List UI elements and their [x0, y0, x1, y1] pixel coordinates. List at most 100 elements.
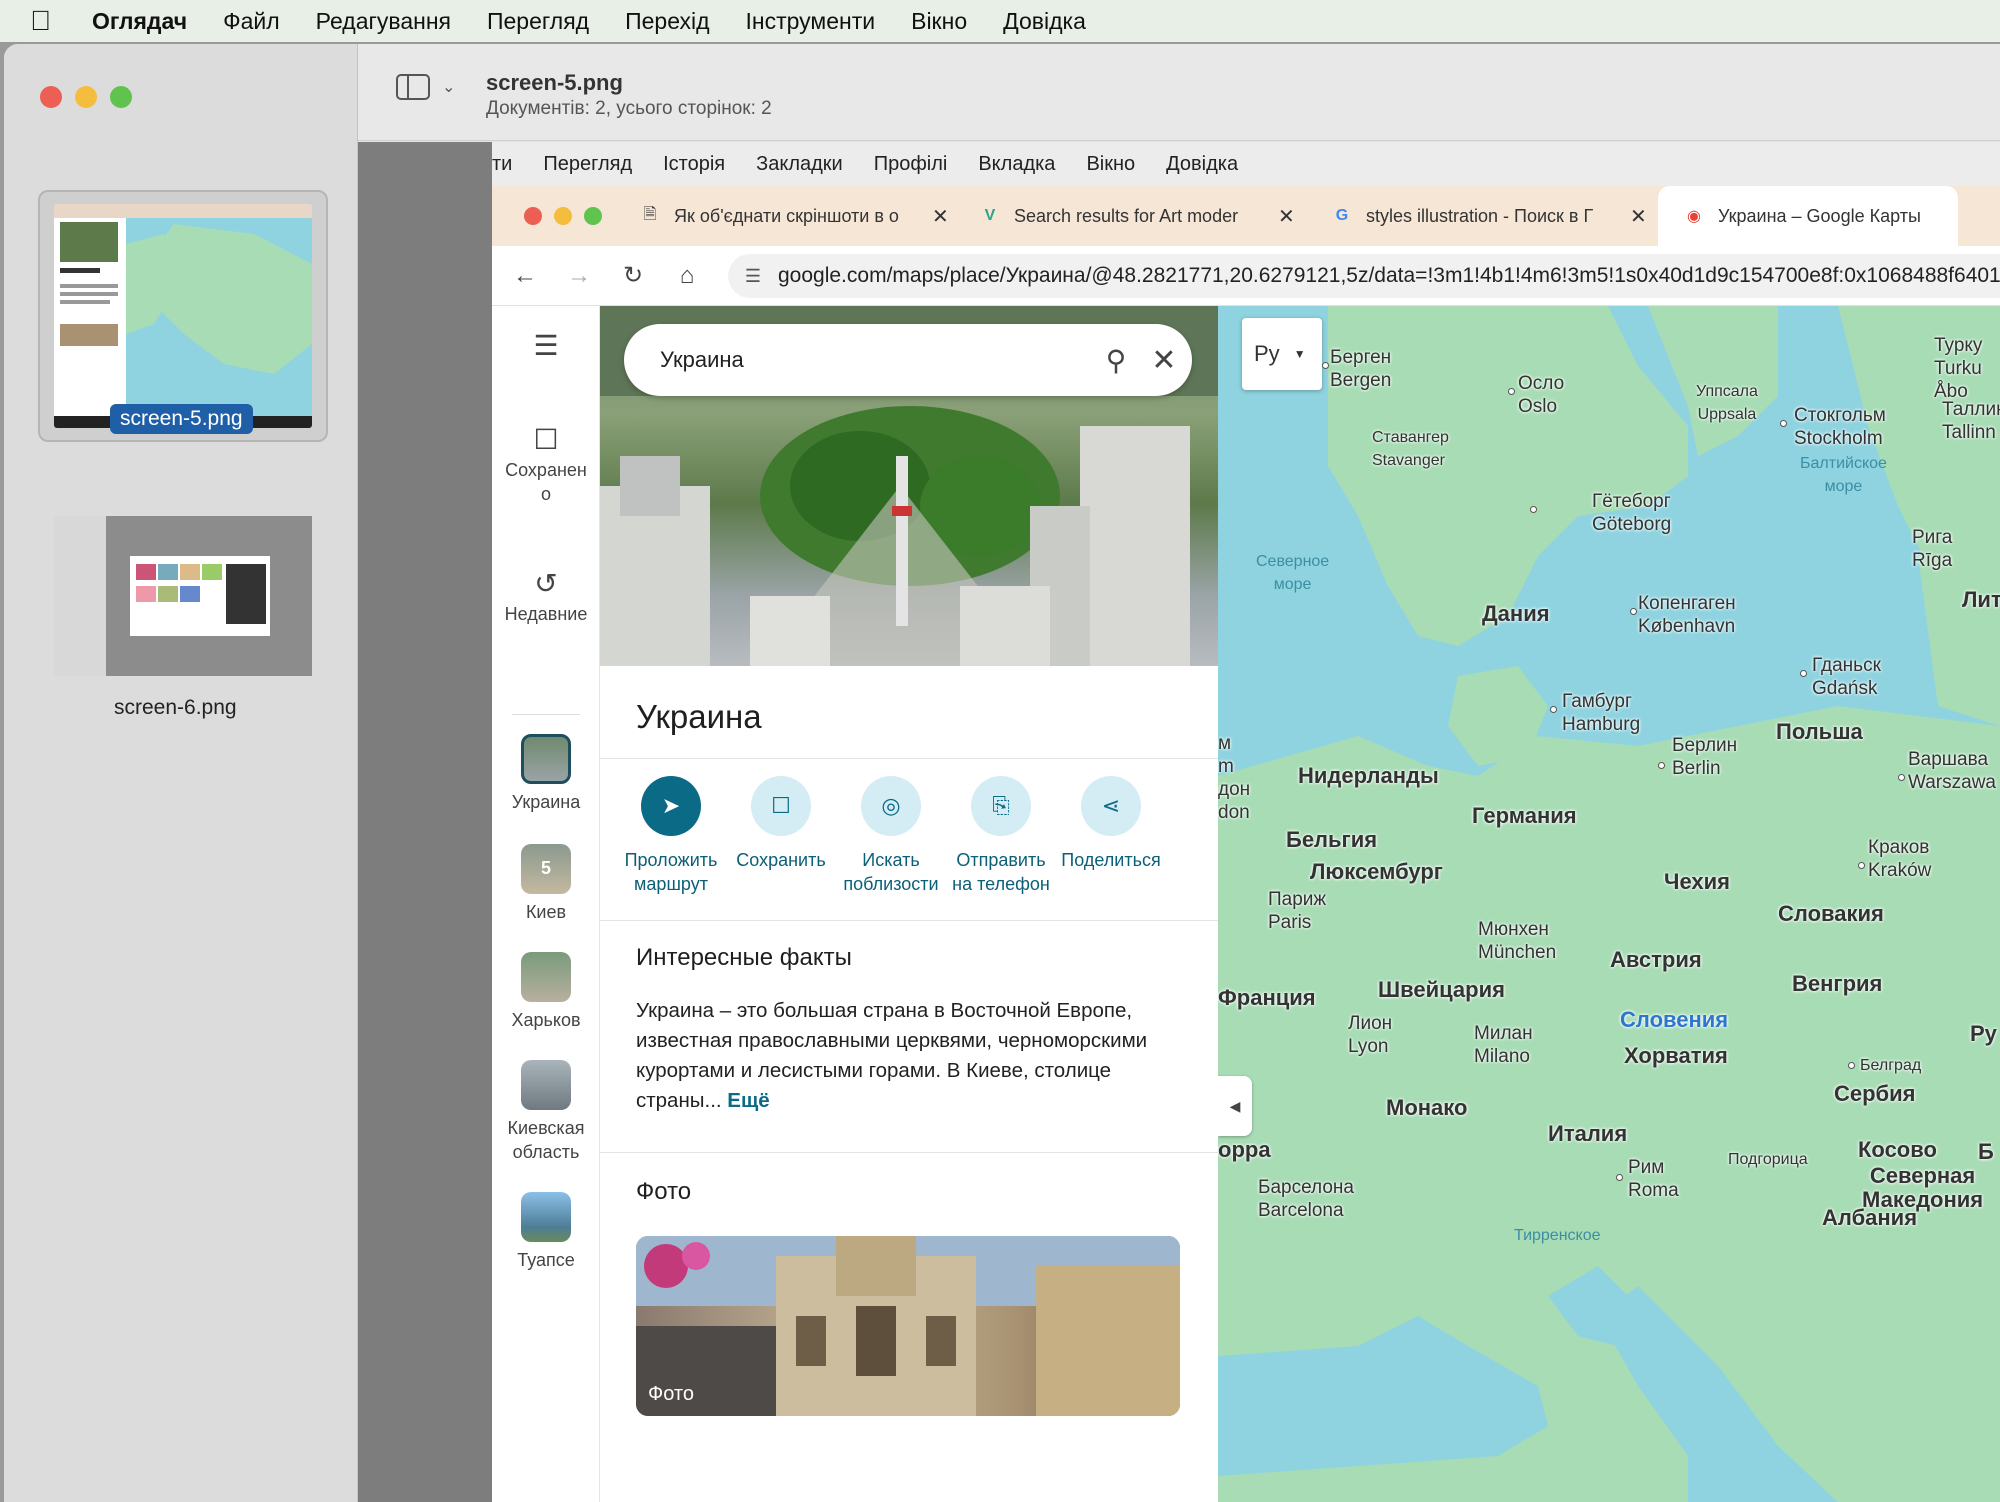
send-to-phone-button[interactable]: ⎘ Отправить на телефон — [946, 776, 1056, 896]
sidebar-toggle-button[interactable]: ⌄ — [396, 74, 455, 100]
rail-place-ukraine: Украина — [492, 734, 600, 814]
rail-place-tuapse: Туапсе — [492, 1192, 600, 1272]
map-label-italy: Италия — [1548, 1121, 1628, 1146]
map-label-monaco: Монако — [1386, 1095, 1468, 1120]
chrome-menu-tab: Вкладка — [978, 152, 1056, 175]
menu-file[interactable]: Файл — [223, 8, 280, 35]
map-label-tallinn: Таллин Tallinn — [1942, 399, 2000, 443]
chrome-zoom-button — [584, 207, 602, 225]
map-canvas[interactable]: Ру ▼ ◀ Берген Bergen Осло Oslo Уппсала U… — [1218, 306, 2000, 1502]
preview-toolbar: ⌄ screen-5.png Документів: 2, усього сто… — [358, 44, 2000, 141]
map-label-b: Б — [1978, 1139, 1994, 1164]
place-panel: Украина ⚲ ✕ Украина ➤ Проложить маршрут … — [600, 306, 1218, 1502]
vector-logo-icon: V — [984, 207, 996, 224]
save-button[interactable]: ☐ Сохранить — [726, 776, 836, 872]
map-pin — [1322, 362, 1329, 369]
chevron-down-icon: ▼ — [1293, 347, 1306, 361]
map-label-austria: Австрия — [1610, 947, 1702, 972]
menu-app-name[interactable]: Оглядач — [92, 8, 187, 35]
map-label-rome: Рим Roma — [1628, 1157, 1679, 1201]
map-pin — [1616, 1174, 1623, 1181]
language-layer-button[interactable]: Ру ▼ — [1242, 318, 1322, 390]
map-label-czech: Чехия — [1664, 869, 1730, 894]
map-label-lithuania: Лит — [1962, 587, 2000, 612]
photos-heading: Фото — [636, 1178, 692, 1205]
chevron-down-icon: ⌄ — [442, 79, 456, 96]
clear-search-icon[interactable]: ✕ — [1136, 343, 1192, 378]
chrome-menu-window: Вікно — [1086, 152, 1136, 175]
action-label: Поделиться — [1061, 850, 1161, 870]
rail-place-label: Киев — [525, 902, 567, 922]
document-canvas: ти Перегляд Історія Закладки Профілі Вкл… — [358, 142, 2000, 1502]
map-label-slovenia: Словения — [1620, 1007, 1729, 1032]
rail-place-kyiv-oblast: Киевская область — [492, 1060, 600, 1164]
photo-label: Фото — [648, 1383, 694, 1405]
map-pin — [1658, 762, 1665, 769]
collapse-panel-button[interactable]: ◀ — [1218, 1076, 1252, 1136]
zoom-window-button[interactable] — [110, 86, 132, 108]
site-settings-icon: ☰ — [744, 265, 762, 286]
rail-recent: ↺ Недавние — [492, 570, 600, 626]
share-button[interactable]: ⋖ Поделиться — [1056, 776, 1166, 872]
hamburger-icon: ☰ — [533, 330, 559, 361]
preview-window: screen-5.png screen-6.png ⌄ screen-5.png… — [4, 44, 2000, 1502]
menu-window[interactable]: Вікно — [911, 8, 967, 35]
chrome-menu-item: ти — [492, 152, 513, 175]
chrome-menu-bookmarks: Закладки — [756, 152, 843, 175]
map-label-munich: Мюнхен München — [1478, 919, 1557, 963]
map-label-germany: Германия — [1472, 803, 1577, 828]
menu-edit[interactable]: Редагування — [316, 8, 451, 35]
map-label-podgorica: Подгорица — [1728, 1151, 1808, 1168]
facts-more-link[interactable]: Ещё — [727, 1089, 769, 1112]
map-label-stockholm: Стокгольм Stockholm — [1794, 405, 1886, 449]
thumbnail-sidebar: screen-5.png screen-6.png — [4, 44, 358, 1502]
map-label-kosovo: Косово — [1858, 1137, 1937, 1162]
search-icon[interactable]: ⚲ — [1096, 344, 1136, 377]
chrome-tab-label: styles illustration - Поиск в Г — [1366, 205, 1594, 226]
bookmark-icon: ☐ — [751, 776, 811, 836]
minimize-window-button[interactable] — [75, 86, 97, 108]
map-label-hungary: Венгрия — [1792, 971, 1883, 996]
close-icon: ✕ — [1630, 205, 1647, 228]
photo-card[interactable]: Фото — [636, 1236, 1180, 1416]
document-title: screen-5.png — [486, 70, 623, 95]
chrome-tab-1: 🗎 Як об'єднати скріншоти в о ✕ — [614, 186, 954, 246]
map-label-andorra-edge: орра — [1218, 1137, 1271, 1162]
directions-button[interactable]: ➤ Проложить маршрут — [616, 776, 726, 896]
map-label-poland: Польша — [1776, 719, 1863, 744]
action-label: Проложить маршрут — [624, 850, 718, 894]
maps-search-input[interactable]: Украина — [660, 347, 1096, 373]
rail-place-label: Киевская область — [507, 1118, 585, 1162]
rail-place-label: Украина — [511, 792, 581, 812]
rail-recent-label: Недавние — [504, 604, 588, 624]
maps-pin-icon: ◉ — [1687, 208, 1701, 225]
url-text: google.com/maps/place/Украина/@48.282177… — [778, 264, 2000, 287]
close-window-button[interactable] — [40, 86, 62, 108]
nearby-button[interactable]: ◎ Искать поблизости — [836, 776, 946, 896]
chrome-tab-label: Search results for Art moder — [1014, 205, 1239, 226]
map-pin — [1780, 420, 1787, 427]
menu-tools[interactable]: Інструменти — [746, 8, 876, 35]
menu-view[interactable]: Перегляд — [487, 8, 589, 35]
map-label-oslo: Осло Oslo — [1518, 373, 1565, 417]
map-pin — [1898, 774, 1905, 781]
maps-search-box[interactable]: Украина ⚲ ✕ — [624, 324, 1192, 396]
thumbnail-label-screen-6: screen-6.png — [114, 696, 237, 719]
thumbnail-screen-6[interactable] — [54, 516, 312, 676]
menu-help[interactable]: Довідка — [1003, 8, 1086, 35]
map-label-slovakia: Словакия — [1778, 901, 1884, 926]
thumbnail-screen-5[interactable] — [54, 204, 312, 428]
place-thumb-image — [521, 952, 571, 1002]
map-label-tyrrhenian-sea: Тирренское — [1514, 1227, 1601, 1244]
chrome-tab-3: G styles illustration - Поиск в Г ✕ — [1306, 186, 1658, 246]
close-icon: ✕ — [932, 205, 949, 228]
map-label-croatia: Хорватия — [1624, 1043, 1728, 1068]
chrome-menu-profiles: Профілі — [873, 152, 948, 175]
map-pin — [1848, 1062, 1855, 1069]
menu-go[interactable]: Перехід — [625, 8, 709, 35]
rail-saved-label: Сохранено — [505, 460, 587, 504]
sidebar-icon — [396, 74, 430, 100]
apple-icon[interactable]:  — [30, 5, 66, 37]
map-label-belgrade: Белград — [1860, 1057, 1922, 1074]
chrome-tab-label: Украина – Google Карты — [1718, 205, 1921, 226]
